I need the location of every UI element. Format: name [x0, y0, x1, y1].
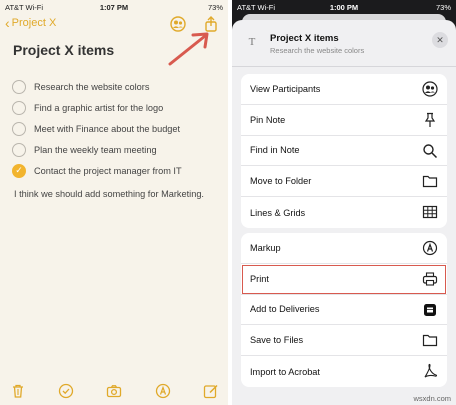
- menu-item-label: Lines & Grids: [250, 207, 306, 218]
- share-sheet-screen: AT&T Wi-Fi 1:00 PM 73% T Project X items…: [232, 0, 456, 405]
- menu-item-view-participants[interactable]: View Participants: [241, 74, 447, 105]
- checklist-item[interactable]: ✓ Contact the project manager from IT: [12, 160, 182, 181]
- header-divider: [232, 66, 456, 67]
- battery-label: 73%: [207, 3, 223, 12]
- folder-icon: [422, 176, 438, 188]
- menu-item-save-to-files[interactable]: Save to Files: [241, 325, 447, 357]
- actions-group-1: View Participants Pin Note Find in Note: [241, 74, 447, 228]
- note-title: Project X items: [13, 42, 115, 58]
- pin-icon: [424, 112, 436, 127]
- checklist-item[interactable]: Plan the weekly team meeting: [12, 139, 182, 160]
- menu-item-import-to-acrobat[interactable]: Import to Acrobat: [241, 356, 447, 387]
- menu-item-pin-note[interactable]: Pin Note: [241, 105, 447, 136]
- close-button[interactable]: ✕: [432, 32, 448, 48]
- grid-icon: [422, 206, 438, 219]
- checklist-item-text: Plan the weekly team meeting: [34, 144, 157, 155]
- folder-icon: [422, 335, 438, 347]
- menu-item-find-in-note[interactable]: Find in Note: [241, 136, 447, 167]
- note-doc-icon: T: [242, 32, 262, 52]
- menu-item-label: Pin Note: [250, 114, 286, 125]
- watermark: wsxdn.com: [413, 394, 451, 403]
- check-circle-icon[interactable]: [12, 79, 26, 94]
- close-icon: ✕: [436, 34, 444, 45]
- clock: 1:00 PM: [329, 3, 359, 12]
- checklist-item[interactable]: Find a graphic artist for the logo: [12, 97, 182, 118]
- back-button[interactable]: ‹ Project X: [5, 16, 56, 30]
- menu-item-label: Find in Note: [250, 145, 300, 156]
- checklist-item-text: Research the website colors: [34, 81, 150, 92]
- annotation-arrow: [168, 32, 209, 66]
- menu-item-label: Move to Folder: [250, 176, 312, 187]
- menu-item-label: Markup: [250, 242, 281, 253]
- status-bar: AT&T Wi-Fi 1:07 PM 73%: [0, 0, 228, 14]
- acrobat-icon: [424, 364, 438, 378]
- markup-icon[interactable]: [155, 383, 171, 399]
- back-label: Project X: [11, 17, 57, 29]
- checklist-item-text: Find a graphic artist for the logo: [34, 102, 164, 113]
- camera-icon[interactable]: [106, 383, 122, 399]
- checklist-item[interactable]: Research the website colors: [12, 76, 182, 97]
- share-sheet: T Project X items Research the website c…: [232, 20, 456, 405]
- share-sheet-subtitle: Research the website colors: [270, 46, 365, 55]
- menu-item-print[interactable]: Print: [241, 264, 447, 295]
- check-circle-icon[interactable]: [12, 100, 26, 115]
- screenshot-root: AT&T Wi-Fi 1:07 PM 73% ‹ Project X Proje…: [0, 0, 456, 405]
- note-body-text[interactable]: I think we should add something for Mark…: [14, 187, 204, 202]
- checklist-icon[interactable]: [58, 383, 74, 399]
- menu-item-add-to-deliveries[interactable]: Add to Deliveries: [241, 295, 447, 326]
- deliveries-icon: [424, 303, 436, 316]
- menu-item-label: Print: [250, 273, 269, 284]
- status-bar: AT&T Wi-Fi 1:00 PM 73%: [232, 0, 456, 14]
- checklist-item[interactable]: Meet with Finance about the budget: [12, 118, 182, 139]
- chevron-left-icon: ‹: [5, 15, 10, 31]
- trash-icon[interactable]: [10, 383, 26, 399]
- menu-item-markup[interactable]: Markup: [241, 233, 447, 264]
- checklist: Research the website colors Find a graph…: [12, 76, 182, 181]
- printer-icon: [422, 272, 438, 286]
- compose-icon[interactable]: [203, 383, 219, 399]
- checklist-item-text: Contact the project manager from IT: [34, 165, 182, 176]
- menu-item-lines-grids[interactable]: Lines & Grids: [241, 197, 447, 228]
- markup-icon: [422, 240, 438, 256]
- notes-screen: AT&T Wi-Fi 1:07 PM 73% ‹ Project X Proje…: [0, 0, 228, 405]
- actions-group-2: Markup Print Add to Deliveries Save to F…: [241, 233, 447, 387]
- menu-item-label: View Participants: [250, 83, 321, 94]
- share-sheet-header: T Project X items Research the website c…: [232, 20, 456, 65]
- clock: 1:07 PM: [99, 3, 129, 12]
- menu-item-label: Add to Deliveries: [250, 304, 320, 315]
- menu-item-label: Save to Files: [250, 335, 304, 346]
- check-circle-icon[interactable]: [12, 142, 26, 157]
- doc-icon-glyph: T: [248, 36, 256, 48]
- participants-icon: [422, 81, 438, 97]
- checklist-item-text: Meet with Finance about the budget: [34, 123, 181, 134]
- check-circle-icon[interactable]: [12, 121, 26, 136]
- battery-label: 73%: [435, 3, 451, 12]
- menu-item-label: Import to Acrobat: [250, 366, 320, 377]
- notes-toolbar: [0, 379, 228, 403]
- menu-item-move-to-folder[interactable]: Move to Folder: [241, 166, 447, 198]
- share-sheet-title: Project X items: [270, 33, 339, 44]
- search-icon: [423, 143, 438, 158]
- checkmark-icon[interactable]: ✓: [12, 163, 26, 178]
